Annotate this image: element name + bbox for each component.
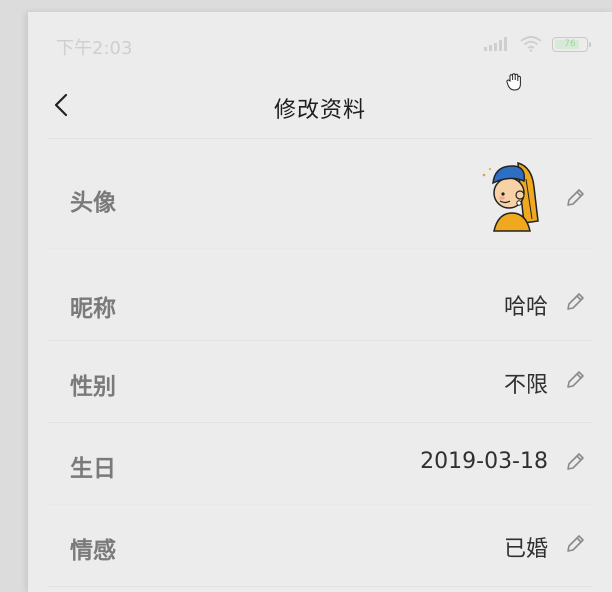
birthday-value: 2019-03-18 xyxy=(420,449,548,474)
birthday-label: 生日 xyxy=(70,456,116,482)
status-bar: 下午2:03 76 xyxy=(28,12,612,74)
pencil-icon[interactable] xyxy=(564,533,586,555)
page-title: 修改资料 xyxy=(273,98,366,123)
profile-screen: 下午2:03 76 修改资料 头像 昵称 哈哈 性别 不限 生日 2019-03… xyxy=(28,12,612,592)
gender-value: 不限 xyxy=(503,373,548,398)
nickname-value: 哈哈 xyxy=(503,295,548,320)
wifi-icon xyxy=(520,36,542,52)
pencil-icon[interactable] xyxy=(564,369,586,391)
relationship-row[interactable]: 情感 已婚 xyxy=(48,504,592,587)
status-time: 下午2:03 xyxy=(56,38,133,59)
relationship-label: 情感 xyxy=(70,538,116,564)
nickname-row[interactable]: 昵称 哈哈 xyxy=(48,248,592,339)
battery-level: 76 xyxy=(564,39,576,49)
pencil-icon[interactable] xyxy=(564,187,586,209)
pencil-icon[interactable] xyxy=(564,451,586,473)
battery-icon: 76 xyxy=(552,36,591,52)
list-bottom-divider xyxy=(48,586,592,592)
gender-row[interactable]: 性别 不限 xyxy=(48,340,592,423)
relationship-value: 已婚 xyxy=(503,537,548,562)
avatar-label: 头像 xyxy=(70,190,116,216)
header: 修改资料 xyxy=(28,74,612,136)
avatar-row[interactable]: 头像 xyxy=(48,138,592,249)
signal-icon xyxy=(484,37,507,51)
pencil-icon[interactable] xyxy=(564,291,586,313)
status-icons: 76 xyxy=(484,34,591,54)
birthday-row[interactable]: 生日 2019-03-18 xyxy=(48,422,592,505)
hand-cursor-icon xyxy=(506,73,521,91)
avatar[interactable] xyxy=(480,157,544,233)
gender-label: 性别 xyxy=(70,374,116,400)
nickname-label: 昵称 xyxy=(70,296,116,322)
